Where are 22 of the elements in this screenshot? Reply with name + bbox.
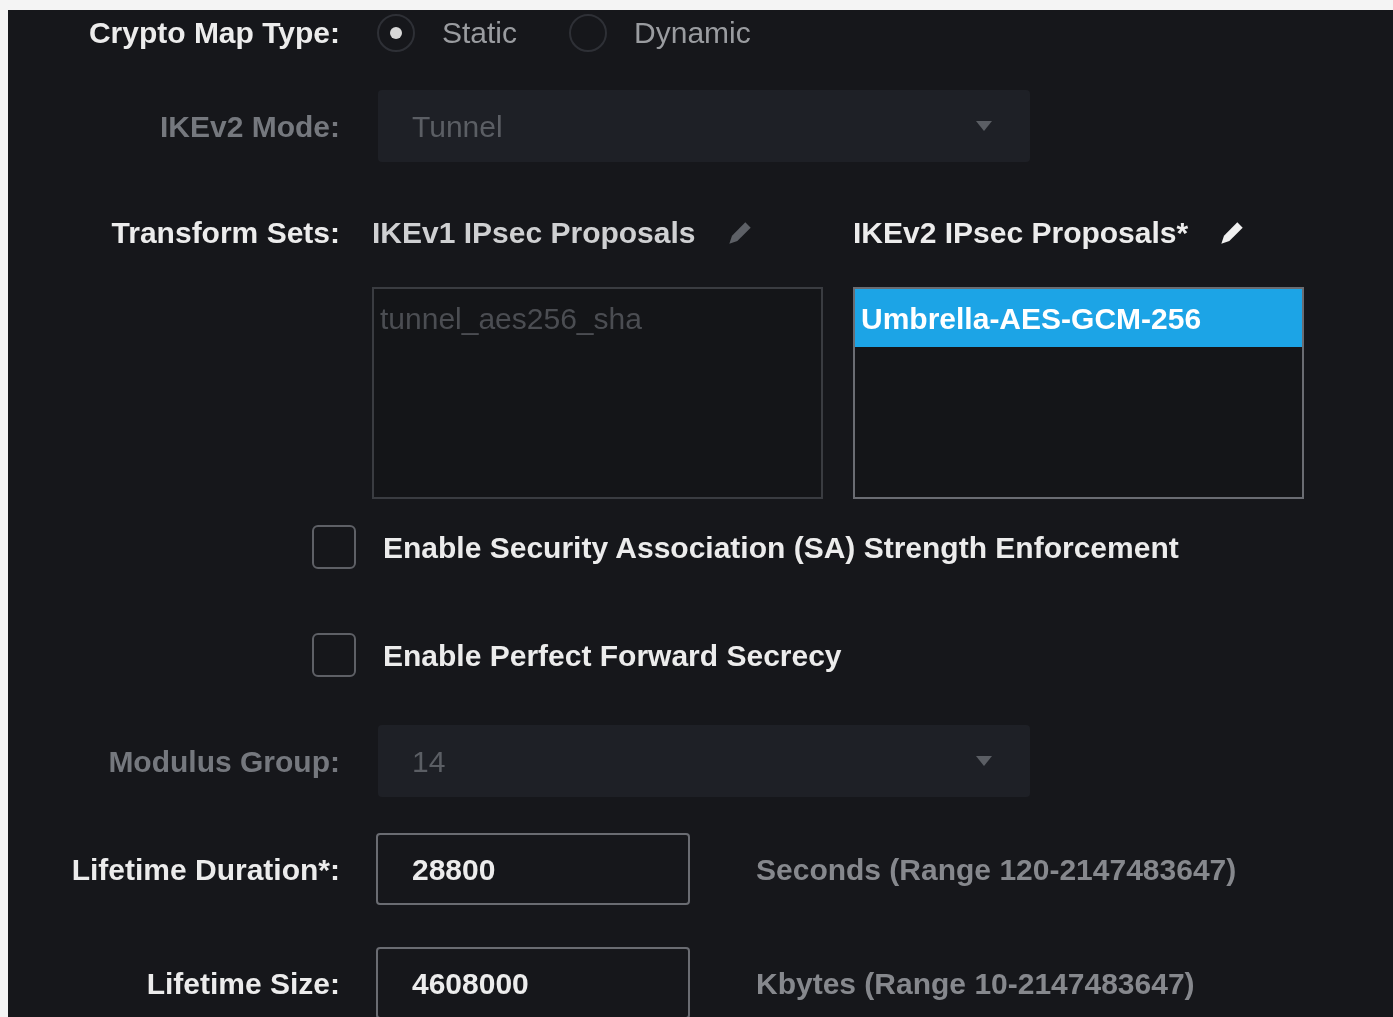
radio-label[interactable]: Dynamic — [634, 10, 751, 55]
field-label: Lifetime Size: — [145, 965, 340, 1002]
field-label: Modulus Group: — [107, 743, 340, 780]
radio-button[interactable] — [569, 13, 608, 52]
field-label: Transform Sets: — [110, 215, 340, 251]
checkbox-label[interactable]: Enable Security Association (SA) Strength Enforcement — [383, 524, 1179, 570]
checkbox[interactable] — [312, 633, 356, 677]
range-hint: Kbytes (Range 10-2147483647) — [756, 965, 1195, 1002]
input-field[interactable]: 28800 — [376, 833, 690, 905]
input-field[interactable]: 4608000 — [376, 947, 690, 1017]
field-label: IKEv2 Mode: — [158, 108, 340, 145]
list-title: IKEv2 IPsec Proposals* — [853, 215, 1189, 251]
field-label: Lifetime Duration*: — [70, 851, 340, 888]
caret-icon — [974, 754, 994, 768]
radio-button[interactable] — [377, 13, 415, 52]
list-title: IKEv1 IPsec Proposals — [372, 215, 696, 251]
checkbox[interactable] — [312, 525, 356, 569]
field-label: Crypto Map Type: — [87, 15, 340, 51]
radio-label[interactable]: Static — [442, 10, 518, 55]
caret-icon — [974, 119, 994, 133]
checkbox-label[interactable]: Enable Perfect Forward Secrecy — [383, 632, 842, 678]
range-hint: Seconds (Range 120-2147483647) — [756, 851, 1237, 888]
